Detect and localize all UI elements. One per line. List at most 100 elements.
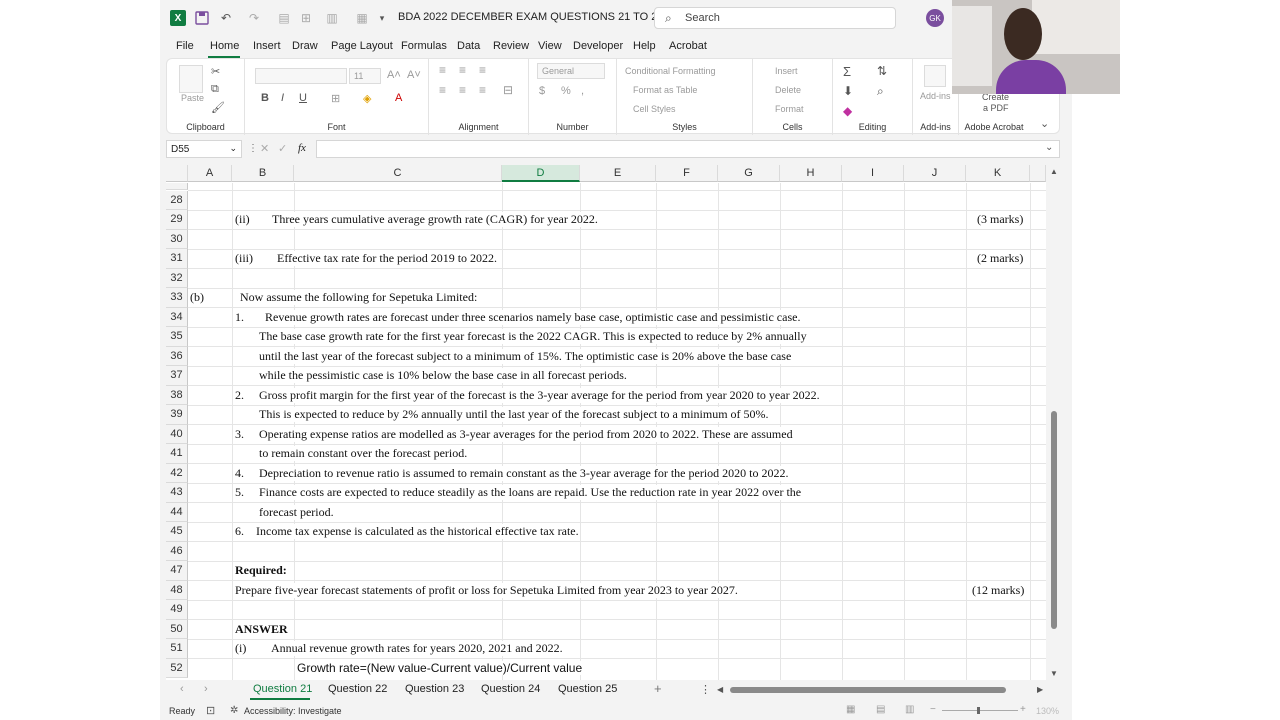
customize-toolbar-icon[interactable]: ▾ (374, 10, 390, 26)
save-icon[interactable] (194, 10, 210, 26)
menu-developer[interactable]: Developer (573, 40, 623, 52)
borders-icon[interactable]: ⊞ (298, 10, 314, 26)
cell-styles-button[interactable]: Cell Styles (633, 104, 676, 114)
column-header-g[interactable]: G (718, 165, 780, 182)
tab-question-22[interactable]: Question 22 (328, 683, 387, 695)
row-header[interactable]: 31 (166, 249, 188, 269)
menu-insert[interactable]: Insert (253, 40, 281, 52)
toolbar-icon-1[interactable]: ▤ (276, 10, 292, 26)
page-layout-view-icon[interactable]: ▤ (876, 704, 885, 715)
accessibility-icon[interactable]: ✲ (230, 705, 238, 716)
row-header[interactable]: 49 (166, 600, 188, 620)
macro-record-icon[interactable]: ⊡ (206, 704, 215, 717)
column-header-a[interactable]: A (188, 165, 232, 182)
vertical-scrollbar[interactable]: ▲ ▼ (1048, 165, 1060, 680)
row-header[interactable]: 40 (166, 424, 188, 444)
expand-formula-icon[interactable]: ⌄ (1045, 142, 1053, 153)
merge-icon[interactable]: ⊟ (503, 83, 513, 97)
borders-button-icon[interactable]: ⊞ (331, 92, 340, 105)
column-header-f[interactable]: F (656, 165, 718, 182)
middle-align-icon[interactable]: ≡ (459, 63, 466, 77)
row-header[interactable]: 28 (166, 190, 188, 210)
row-header[interactable]: 46 (166, 541, 188, 561)
fill-icon[interactable]: ⬇ (843, 84, 853, 98)
column-header-h[interactable]: H (780, 165, 842, 182)
menu-file[interactable]: File (176, 40, 194, 52)
row-header[interactable]: 35 (166, 327, 188, 347)
row-header[interactable]: 48 (166, 580, 188, 600)
menu-view[interactable]: View (538, 40, 562, 52)
scroll-right-icon[interactable]: ▶ (1037, 685, 1043, 694)
row-header[interactable]: 36 (166, 346, 188, 366)
format-as-table-button[interactable]: Format as Table (633, 85, 697, 95)
percent-icon[interactable]: % (561, 85, 571, 97)
font-color-icon[interactable]: A (395, 92, 402, 104)
add-sheet-icon[interactable]: + (654, 681, 662, 696)
menu-page-layout[interactable]: Page Layout (331, 40, 393, 52)
select-all-corner[interactable] (166, 165, 188, 182)
row-header[interactable]: 51 (166, 639, 188, 659)
column-header-k[interactable]: K (966, 165, 1030, 182)
menu-formulas[interactable]: Formulas (401, 40, 447, 52)
normal-view-icon[interactable]: ▦ (846, 704, 855, 715)
bottom-align-icon[interactable]: ≡ (479, 63, 486, 77)
redo-icon[interactable]: ↷ (246, 10, 262, 26)
italic-button[interactable]: I (281, 92, 284, 104)
sheet-options-icon[interactable]: ⋮ (700, 683, 711, 696)
row-header[interactable]: 32 (166, 268, 188, 288)
center-align-icon[interactable]: ≡ (459, 83, 466, 97)
row-header[interactable]: 34 (166, 307, 188, 327)
toolbar-icon-3[interactable]: ▥ (324, 10, 340, 26)
menu-help[interactable]: Help (633, 40, 656, 52)
row-header[interactable]: 42 (166, 463, 188, 483)
addins-icon[interactable] (924, 65, 946, 87)
vertical-scroll-thumb[interactable] (1051, 411, 1057, 629)
row-header[interactable]: 37 (166, 366, 188, 386)
insert-function-icon[interactable]: fx (298, 142, 306, 154)
next-sheet-icon[interactable]: › (204, 683, 208, 695)
row-header[interactable]: 52 (166, 658, 188, 678)
zoom-in-icon[interactable]: + (1020, 704, 1026, 715)
column-header-c[interactable]: C (294, 165, 502, 182)
column-header-j[interactable]: J (904, 165, 966, 182)
scroll-down-icon[interactable]: ▼ (1050, 669, 1058, 678)
underline-button[interactable]: U (299, 92, 307, 104)
name-box[interactable]: D55 ⌄ (166, 140, 242, 158)
delete-cells-button[interactable]: Delete (775, 85, 801, 95)
format-cells-button[interactable]: Format (775, 104, 804, 114)
bold-button[interactable]: B (261, 92, 269, 104)
addins-button[interactable]: Add-ins (920, 91, 951, 101)
row-header[interactable]: 41 (166, 444, 188, 464)
row-header[interactable]: 30 (166, 229, 188, 249)
worksheet-grid[interactable]: A B C D E F G H I J K 28 29 30 31 32 33 … (166, 165, 1046, 680)
formula-input[interactable] (316, 140, 1060, 158)
page-break-view-icon[interactable]: ▥ (905, 704, 914, 715)
row-header[interactable]: 44 (166, 502, 188, 522)
menu-home[interactable]: Home (210, 40, 239, 52)
left-align-icon[interactable]: ≡ (439, 83, 446, 97)
insert-cells-button[interactable]: Insert (775, 66, 798, 76)
currency-icon[interactable]: $ (539, 85, 545, 97)
tab-question-21[interactable]: Question 21 (253, 683, 312, 695)
row-header[interactable]: 33 (166, 288, 188, 308)
number-format-select[interactable]: General (537, 63, 605, 79)
format-painter-icon[interactable]: 🖌 (211, 101, 225, 114)
row-header[interactable]: 38 (166, 385, 188, 405)
row-header[interactable]: 47 (166, 561, 188, 581)
font-size-select[interactable]: 11 (349, 68, 381, 84)
paste-icon[interactable] (179, 65, 203, 93)
scroll-left-icon[interactable]: ◀ (717, 685, 723, 694)
zoom-slider-handle[interactable] (977, 707, 980, 714)
column-header-b[interactable]: B (232, 165, 294, 182)
top-align-icon[interactable]: ≡ (439, 63, 446, 77)
row-header[interactable]: 29 (166, 210, 188, 230)
menu-data[interactable]: Data (457, 40, 480, 52)
zoom-slider[interactable] (942, 710, 1018, 711)
column-header-i[interactable]: I (842, 165, 904, 182)
create-pdf-line2[interactable]: a PDF (983, 103, 1009, 113)
zoom-out-icon[interactable]: − (930, 704, 936, 715)
accessibility-status[interactable]: Accessibility: Investigate (244, 706, 342, 716)
right-align-icon[interactable]: ≡ (479, 83, 486, 97)
column-header-d[interactable]: D (502, 165, 580, 182)
horizontal-scroll-thumb[interactable] (730, 687, 1006, 693)
